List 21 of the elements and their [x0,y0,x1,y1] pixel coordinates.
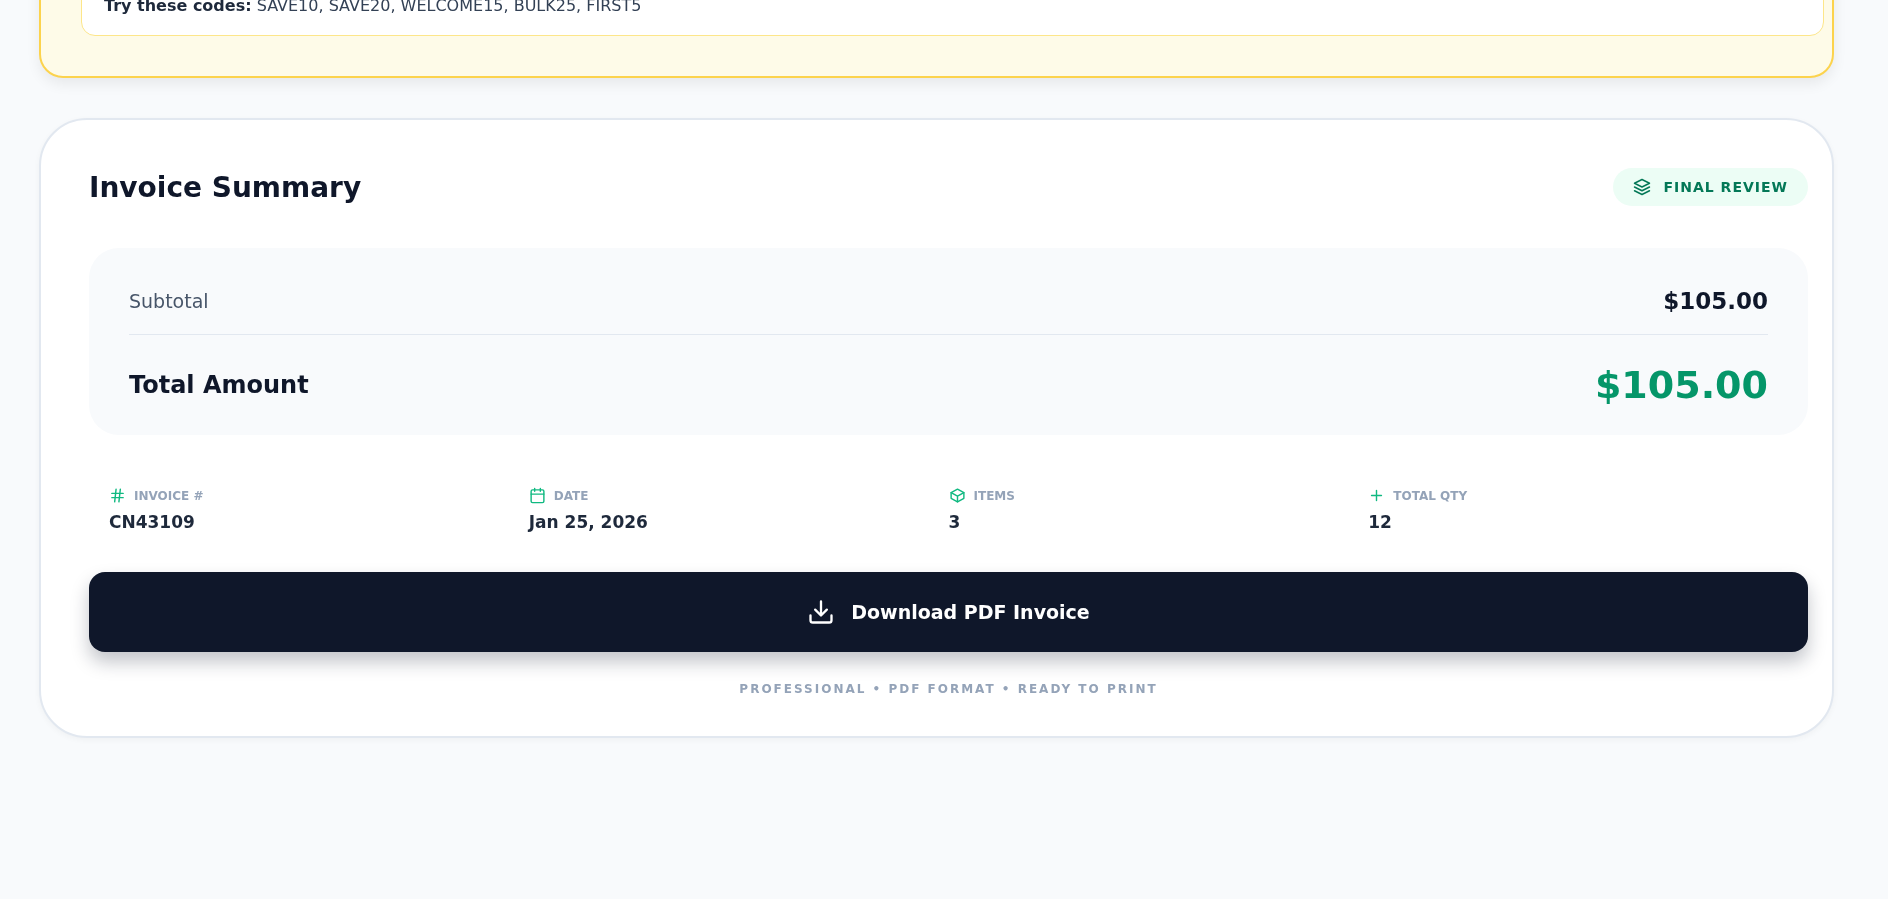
hash-icon [109,487,126,504]
summary-title: Invoice Summary [89,170,362,204]
calendar-icon [528,487,546,504]
detail-label: INVOICE # [134,488,204,503]
download-button[interactable]: Download PDF Invoice [89,572,1808,652]
subtotal-label: Subtotal [129,290,209,312]
layers-icon [1633,178,1652,196]
detail-value: Jan 25, 2026 [528,512,649,532]
footer-note: PROFESSIONAL • PDF FORMAT • READY TO PRINT [738,682,1159,696]
detail-label: DATE [553,488,589,503]
download-icon [807,598,836,626]
subtotal-amount: $105.00 [1663,288,1768,314]
detail-label: ITEMS [973,488,1015,503]
status-badge: FINAL REVIEW [1613,168,1808,206]
total-label: Total Amount [129,371,309,399]
box-icon [948,487,966,504]
detail-label: TOTAL QTY [1393,488,1468,503]
total-amount: $105.00 [1594,363,1768,407]
detail-value: 3 [948,512,962,532]
detail-value: 12 [1368,512,1393,532]
detail-value: CN43109 [109,512,196,532]
